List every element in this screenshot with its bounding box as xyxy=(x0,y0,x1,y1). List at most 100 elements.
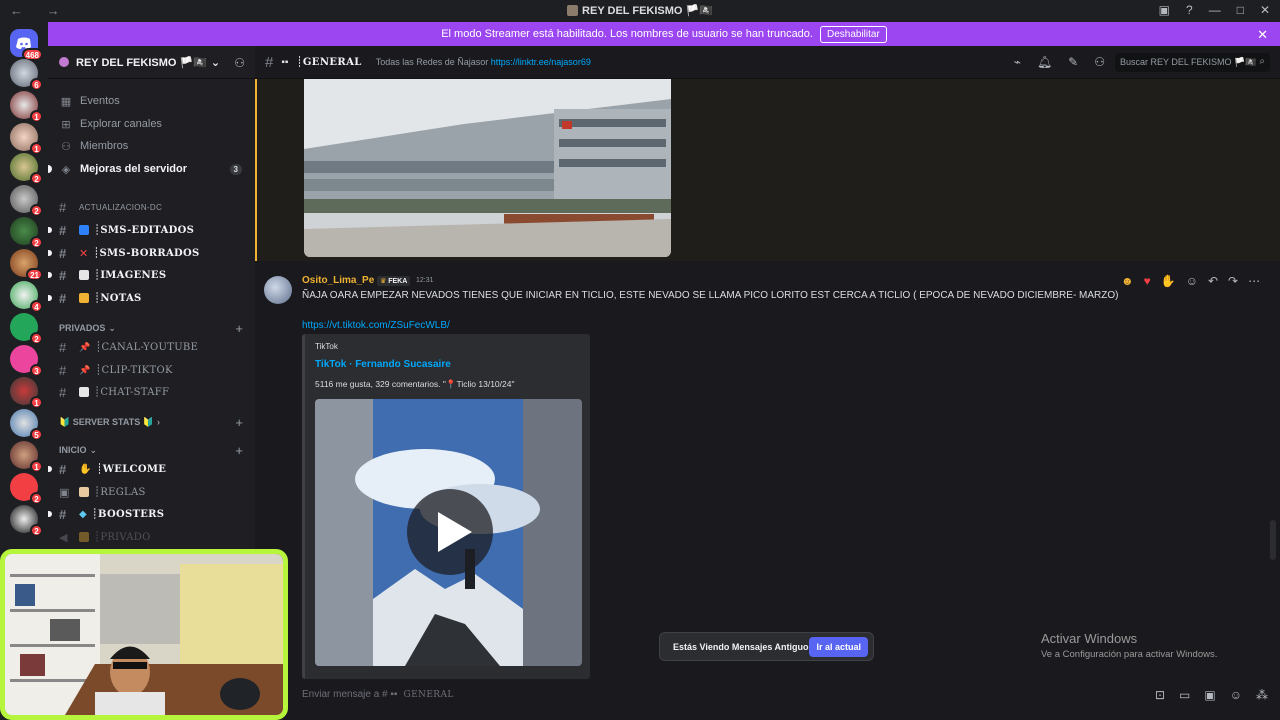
server-icon[interactable]: 4 xyxy=(10,281,43,313)
server-icon[interactable]: 6 xyxy=(10,59,43,91)
server-header[interactable]: REY DEL FEKISMO 🏳️🏴‍☠️ ⌄ ⚇ xyxy=(48,46,255,79)
search-input[interactable]: Buscar REY DEL FEKISMO 🏳️🏴‍☠️ ⌕ xyxy=(1115,53,1270,72)
streamer-banner-text: El modo Streamer está habilitado. Los no… xyxy=(441,28,813,40)
server-name: REY DEL FEKISMO 🏳️🏴‍☠️ xyxy=(76,56,207,69)
embed-title-link[interactable]: TikTok · Fernando Sucasaire xyxy=(315,359,451,370)
reply-icon[interactable]: ↶ xyxy=(1208,274,1218,288)
composer-placeholder-text: Enviar mensaje a # xyxy=(302,689,388,700)
sidebar-item-explorar[interactable]: ⊞ Explorar canales xyxy=(48,113,255,135)
embed-video[interactable] xyxy=(315,399,582,666)
category-label: INICIO xyxy=(59,445,87,455)
inbox-icon[interactable]: ▣ xyxy=(1159,3,1170,17)
webcam-feed-icon xyxy=(5,554,283,715)
category-server-stats[interactable]: 🔰 SERVER STATS 🔰 › + xyxy=(48,411,255,433)
boost-count-badge: 3 xyxy=(229,163,242,175)
category-label: 🔰 SERVER STATS 🔰 xyxy=(59,416,154,427)
webcam-overlay xyxy=(0,549,288,720)
minimize-icon[interactable]: — xyxy=(1209,3,1221,17)
channel-sms-editados[interactable]: # ┊SMS-EDITADOS xyxy=(48,219,255,241)
server-icon[interactable]: 2 xyxy=(10,185,43,217)
server-icon[interactable]: 2 xyxy=(10,473,43,505)
topic-link[interactable]: https://linktr.ee/najasor69 xyxy=(491,57,591,67)
channel-welcome[interactable]: # ✋ ┊WELCOME xyxy=(48,458,255,480)
chevron-down-icon: ⌄ xyxy=(108,322,116,333)
server-icon[interactable]: 21 xyxy=(10,249,43,281)
message-composer[interactable]: Enviar mensaje a # ▪▪ GENERAL ⊡ ▭ ▣ ☺ ⁂ xyxy=(255,682,1280,720)
gif-icon[interactable]: ▭ xyxy=(1179,688,1190,702)
text-channel-icon: # xyxy=(59,245,67,261)
disable-streamer-button[interactable]: Deshabilitar xyxy=(819,25,887,43)
server-icon[interactable]: 1 xyxy=(10,91,43,123)
server-icon[interactable]: 5 xyxy=(10,409,43,441)
direct-messages-button[interactable]: 468 xyxy=(10,29,43,61)
sidebar-item-label: Explorar canales xyxy=(80,118,162,130)
help-icon[interactable]: ? xyxy=(1186,3,1193,17)
sidebar-item-eventos[interactable]: ▦ Eventos xyxy=(48,90,255,112)
channel-privado[interactable]: ◀ ┊PRIVADO xyxy=(48,526,255,548)
calendar-icon: ▦ xyxy=(60,95,72,108)
add-reaction-icon[interactable]: ☺ xyxy=(1186,274,1198,288)
maximize-icon[interactable]: □ xyxy=(1237,3,1244,17)
channel-name: ┊NOTAS xyxy=(94,292,142,304)
close-banner-icon[interactable]: ✕ xyxy=(1257,27,1268,43)
channel-header: # ▪▪ ┊GENERAL Todas las Redes de Ñajasor… xyxy=(255,46,1280,79)
channel-name: ┊IMAGENES xyxy=(94,269,167,281)
add-channel-icon[interactable]: + xyxy=(235,321,243,336)
channel-emoji-icon xyxy=(79,225,89,235)
message-username[interactable]: Osito_Lima_Pe xyxy=(302,275,374,286)
sticker-icon[interactable]: ▣ xyxy=(1204,688,1215,702)
composer-channel-name: GENERAL xyxy=(403,690,454,700)
sidebar-item-mejoras[interactable]: ◈ Mejoras del servidor 3 xyxy=(48,158,255,180)
unread-indicator xyxy=(48,165,52,173)
channel-name: ┊WELCOME xyxy=(96,463,167,475)
watermark-title: Activar Windows xyxy=(1041,631,1138,646)
jump-to-present-button[interactable]: Ir al actual xyxy=(809,637,868,657)
close-window-icon[interactable]: ✕ xyxy=(1260,3,1270,17)
channel-actualizacion[interactable]: # ACTUALIZACION-DC xyxy=(48,196,255,218)
threads-icon[interactable]: ⌁ xyxy=(1014,55,1021,69)
gift-icon[interactable]: ⊡ xyxy=(1155,688,1165,702)
apps-icon[interactable]: ⁂ xyxy=(1256,688,1268,702)
scrollbar[interactable] xyxy=(1270,520,1276,560)
heart-reaction-icon[interactable]: ♥ xyxy=(1144,274,1151,288)
message-link[interactable]: https://vt.tiktok.com/ZSuFecWLB/ xyxy=(302,320,450,331)
emoji-icon[interactable]: ☺ xyxy=(1230,688,1242,702)
server-icon[interactable]: 2 xyxy=(10,505,43,537)
channel-clip-tiktok[interactable]: # 📌 ┊CLIP-TIKTOK xyxy=(48,359,255,381)
video-thumbnail-icon xyxy=(315,399,582,666)
hand-reaction-icon[interactable]: ✋ xyxy=(1161,274,1176,288)
channel-canal-youtube[interactable]: # 📌 ┊CANAL-YOUTUBE xyxy=(48,336,255,358)
add-channel-icon[interactable]: + xyxy=(235,415,243,430)
mention-badge: 1 xyxy=(30,396,43,409)
laugh-reaction-icon[interactable]: ☻ xyxy=(1121,274,1134,288)
avatar[interactable] xyxy=(264,276,292,304)
server-icon[interactable]: 3 xyxy=(10,345,43,377)
invite-people-icon[interactable]: ⚇ xyxy=(234,56,245,70)
gem-icon: ◆ xyxy=(79,508,87,520)
server-icon[interactable]: 1 xyxy=(10,377,43,409)
pinned-messages-icon[interactable]: ✎ xyxy=(1068,55,1078,69)
channel-notas[interactable]: # ┊NOTAS xyxy=(48,287,255,309)
more-options-icon[interactable]: ⋯ xyxy=(1248,274,1260,288)
channel-sms-borrados[interactable]: # ✕ ┊SMS-BORRADOS xyxy=(48,242,255,264)
add-channel-icon[interactable]: + xyxy=(235,443,243,458)
unread-indicator xyxy=(48,250,52,256)
server-icon[interactable]: 2 xyxy=(10,313,43,345)
attached-image[interactable] xyxy=(304,79,671,257)
server-icon[interactable]: 1 xyxy=(10,441,43,473)
forward-icon[interactable]: ↷ xyxy=(1228,274,1238,288)
server-icon[interactable]: 2 xyxy=(10,153,43,185)
channel-name: ┊SMS-EDITADOS xyxy=(94,224,195,236)
server-icon[interactable]: 1 xyxy=(10,123,43,155)
channel-chat-staff[interactable]: # ┊CHAT-STAFF xyxy=(48,381,255,403)
sidebar-item-miembros[interactable]: ⚇ Miembros xyxy=(48,135,255,157)
old-messages-text: Estás Viendo Mensajes Antiguos xyxy=(673,641,814,652)
old-messages-bar: Estás Viendo Mensajes Antiguos Ir al act… xyxy=(659,632,874,661)
channel-boosters[interactable]: # ◆ ┊BOOSTERS xyxy=(48,503,255,525)
notification-bell-icon[interactable]: 🔔︎ xyxy=(1037,55,1052,69)
channel-imagenes[interactable]: # ┊IMAGENES xyxy=(48,264,255,286)
channel-reglas[interactable]: ▣ ┊REGLAS xyxy=(48,481,255,503)
unread-indicator xyxy=(48,511,52,517)
member-list-icon[interactable]: ⚇ xyxy=(1094,55,1105,69)
server-icon[interactable]: 2 xyxy=(10,217,43,249)
